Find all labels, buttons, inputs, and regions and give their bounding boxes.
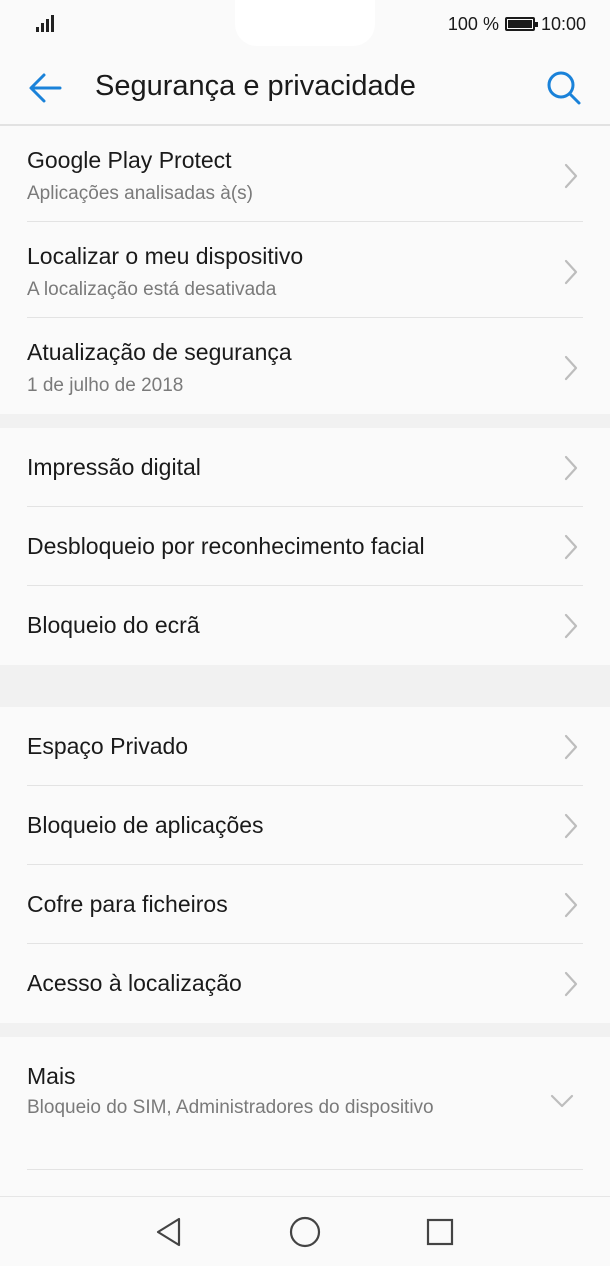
clock: 10:00 (540, 13, 586, 34)
list-item-app-lock[interactable]: Bloqueio de aplicações (0, 786, 610, 865)
page-title: Segurança e privacidade (95, 70, 416, 102)
list-item-more[interactable]: Mais Bloqueio do SIM, Administradores do… (0, 1037, 610, 1170)
item-label: Impressão digital (27, 454, 201, 480)
settings-group-1: Google Play Protect Aplicações analisada… (0, 126, 610, 414)
list-item-find-device[interactable]: Localizar o meu dispositivo A localizaçã… (0, 222, 610, 318)
item-subtitle: Aplicações analisadas à(s) (27, 183, 254, 204)
item-label: Localizar o meu dispositivo (27, 243, 304, 269)
battery-percent: 100 % (447, 13, 499, 34)
navigation-bar (0, 1196, 610, 1266)
item-label: Bloqueio de aplicações (27, 812, 264, 838)
item-subtitle: Bloqueio do SIM, Administradores do disp… (27, 1097, 434, 1118)
item-label: Acesso à localização (27, 970, 242, 996)
arrow-left-icon (29, 73, 62, 103)
item-label: Google Play Protect (27, 147, 232, 173)
item-label: Mais (27, 1063, 76, 1089)
chevron-down-icon (550, 1094, 574, 1108)
nav-back-button[interactable] (152, 1214, 188, 1250)
chevron-right-icon (564, 734, 578, 760)
list-item-screen-lock[interactable]: Bloqueio do ecrã (0, 586, 610, 665)
chevron-right-icon (564, 613, 578, 639)
section-divider (0, 665, 610, 707)
list-item-fingerprint[interactable]: Impressão digital (0, 428, 610, 507)
settings-group-3: Espaço Privado Bloqueio de aplicações Co… (0, 707, 610, 1023)
app-bar: Segurança e privacidade (0, 48, 610, 126)
status-bar: 100 % 10:00 (0, 0, 610, 48)
list-item-file-safe[interactable]: Cofre para ficheiros (0, 865, 610, 944)
status-right: 100 % 10:00 (448, 12, 586, 36)
chevron-right-icon (564, 259, 578, 285)
circle-home-icon (289, 1216, 321, 1248)
settings-list: Google Play Protect Aplicações analisada… (0, 126, 610, 1170)
list-item-google-play-protect[interactable]: Google Play Protect Aplicações analisada… (0, 126, 610, 222)
item-label: Desbloqueio por reconhecimento facial (27, 533, 425, 559)
search-button[interactable] (542, 66, 586, 110)
settings-group-4: Mais Bloqueio do SIM, Administradores do… (0, 1037, 610, 1170)
chevron-right-icon (564, 892, 578, 918)
square-recents-icon (426, 1218, 454, 1246)
triangle-back-icon (156, 1217, 181, 1247)
item-subtitle: A localização está desativada (27, 279, 277, 300)
search-icon (547, 71, 581, 105)
chevron-right-icon (564, 355, 578, 381)
nav-home-button[interactable] (287, 1214, 323, 1250)
signal-icon (36, 14, 58, 32)
section-divider (0, 1023, 610, 1037)
list-item-private-space[interactable]: Espaço Privado (0, 707, 610, 786)
battery-icon (504, 17, 538, 31)
section-divider (0, 414, 610, 428)
item-label: Espaço Privado (27, 733, 189, 759)
display-notch (235, 0, 375, 46)
chevron-right-icon (564, 813, 578, 839)
chevron-right-icon (564, 455, 578, 481)
nav-recents-button[interactable] (422, 1214, 458, 1250)
back-button[interactable] (24, 66, 68, 110)
list-item-security-update[interactable]: Atualização de segurança 1 de julho de 2… (0, 318, 610, 414)
item-label: Atualização de segurança (27, 339, 292, 365)
settings-group-2: Impressão digital Desbloqueio por reconh… (0, 428, 610, 665)
item-subtitle: 1 de julho de 2018 (27, 375, 184, 396)
chevron-right-icon (564, 534, 578, 560)
chevron-right-icon (564, 971, 578, 997)
list-item-location-access[interactable]: Acesso à localização (0, 944, 610, 1023)
list-item-face-unlock[interactable]: Desbloqueio por reconhecimento facial (0, 507, 610, 586)
chevron-right-icon (564, 163, 578, 189)
item-label: Cofre para ficheiros (27, 891, 228, 917)
item-label: Bloqueio do ecrã (27, 612, 200, 638)
